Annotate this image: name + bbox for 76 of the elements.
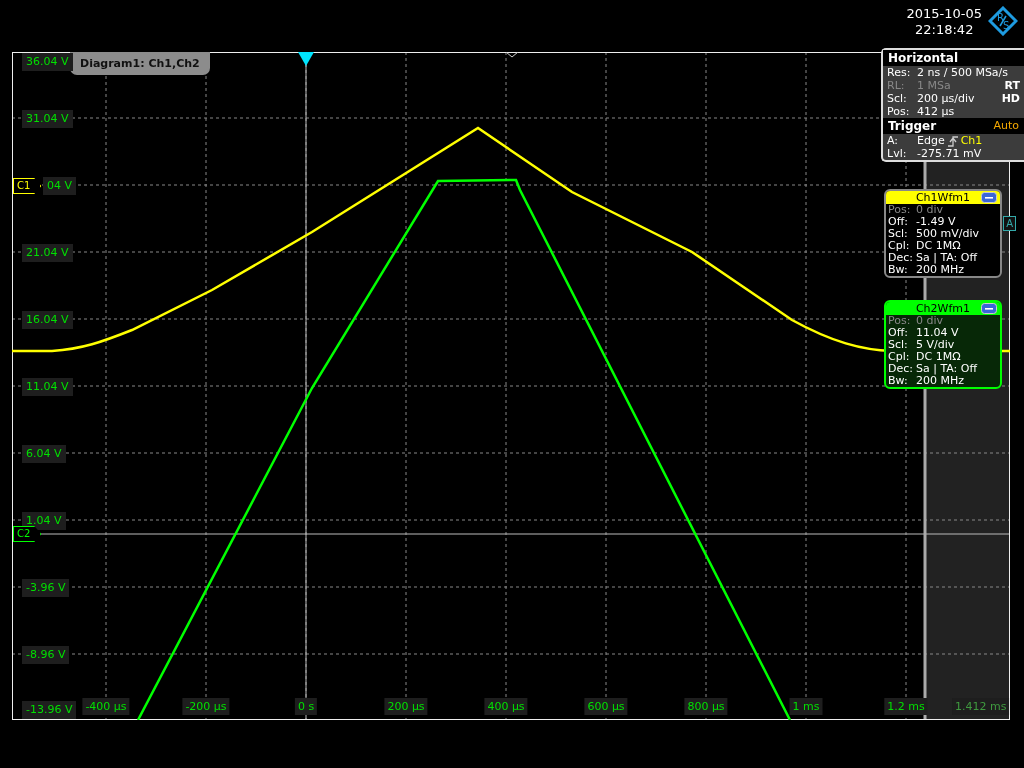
time-text: 22:18:42 [915, 22, 974, 38]
trigger-mode: Auto [993, 119, 1019, 133]
setting-value: DC 1MΩ [916, 351, 961, 363]
channel-marker[interactable]: C1 [13, 178, 42, 194]
setting-label: Res: [887, 66, 912, 79]
y-axis-label: 16.04 V [22, 311, 73, 329]
setting-value: 200 MHz [916, 375, 965, 387]
setting-label: Cpl: [888, 351, 911, 363]
setting-label: Dec: [888, 252, 914, 264]
x-axis-label: -400 µs [82, 698, 130, 715]
setting-label: Pos: [888, 204, 912, 216]
channel-marker[interactable]: C2 [13, 526, 42, 542]
setting-label: Scl: [888, 228, 909, 240]
diagram-tab[interactable]: Diagram1: Ch1,Ch2 [70, 52, 210, 75]
y-axis-label: 04 V [43, 177, 77, 195]
x-axis-label: 1.412 ms [952, 698, 1010, 715]
setting-value: -275.71 mV [917, 147, 982, 160]
setting-label: Pos: [887, 105, 911, 118]
y-axis-label: -3.96 V [22, 579, 70, 597]
y-axis-label: 1.04 V [22, 512, 66, 530]
x-axis-label: 800 µs [684, 698, 728, 715]
y-axis-label: 36.04 V [22, 53, 73, 71]
setting-label: Bw: [888, 375, 909, 387]
setting-value: 200 MHz [916, 264, 965, 276]
y-axis-label: 6.04 V [22, 445, 66, 463]
x-axis-label: 600 µs [584, 698, 628, 715]
setting-value: Sa | TA: Off [916, 363, 978, 375]
setting-value: 0 div [916, 204, 944, 216]
setting-label: Bw: [888, 264, 909, 276]
setting-value: 0 div [916, 315, 944, 327]
trigger-source: Ch1 [960, 134, 983, 147]
x-axis-label: 1 ms [789, 698, 823, 715]
x-axis-label: 0 s [294, 698, 318, 715]
setting-label: Off: [888, 327, 909, 339]
setting-label: Dec: [888, 363, 914, 375]
panel-title: Horizontal [883, 50, 1024, 66]
trigger-marker-icon [505, 52, 519, 58]
x-axis-label: -200 µs [182, 698, 230, 715]
y-axis-label: 31.04 V [22, 110, 73, 128]
x-axis-label: 200 µs [384, 698, 428, 715]
y-axis-label: 11.04 V [22, 378, 73, 396]
rising-edge-icon [946, 134, 959, 147]
panel-title: Trigger [888, 119, 937, 133]
setting-value: 200 µs/div [917, 92, 975, 105]
mode-label: RT [1004, 79, 1020, 92]
setting-label: Lvl: [887, 147, 908, 160]
setting-value: DC 1MΩ [916, 240, 961, 252]
setting-label: Scl: [887, 92, 908, 105]
y-axis-label: -13.96 V [22, 701, 77, 719]
setting-value: 500 mV/div [916, 228, 979, 240]
setting-value: 11.04 V [916, 327, 959, 339]
date-text: 2015-10-05 [906, 6, 982, 22]
setting-label: Cpl: [888, 240, 911, 252]
setting-label: RL: [887, 79, 906, 92]
setting-label: Scl: [888, 339, 909, 351]
y-axis-label: 21.04 V [22, 244, 73, 262]
x-axis-label: 400 µs [484, 698, 528, 715]
setting-label: Off: [888, 216, 909, 228]
setting-value: 5 V/div [916, 339, 955, 351]
setting-value: 2 ns / 500 MSa/s [917, 66, 1009, 79]
setting-label: A: [887, 134, 900, 147]
side-tab[interactable]: A [1003, 216, 1016, 231]
y-axis-label: -8.96 V [22, 646, 70, 664]
channel-title: Ch2Wfm1 [915, 302, 971, 315]
x-axis-label: 1.2 ms [884, 698, 928, 715]
setting-label: Pos: [888, 315, 912, 327]
setting-value: Sa | TA: Off [916, 252, 978, 264]
channel-title: Ch1Wfm1 [915, 191, 971, 204]
setting-value: 412 µs [917, 105, 955, 118]
setting-value: -1.49 V [916, 216, 956, 228]
trigger-position-icon[interactable] [298, 52, 314, 66]
mode-label: HD [1001, 92, 1020, 105]
minimize-icon[interactable] [981, 192, 997, 203]
minimize-icon[interactable] [981, 303, 997, 314]
setting-value: Edge [917, 134, 945, 147]
setting-value: 1 MSa [917, 79, 951, 92]
